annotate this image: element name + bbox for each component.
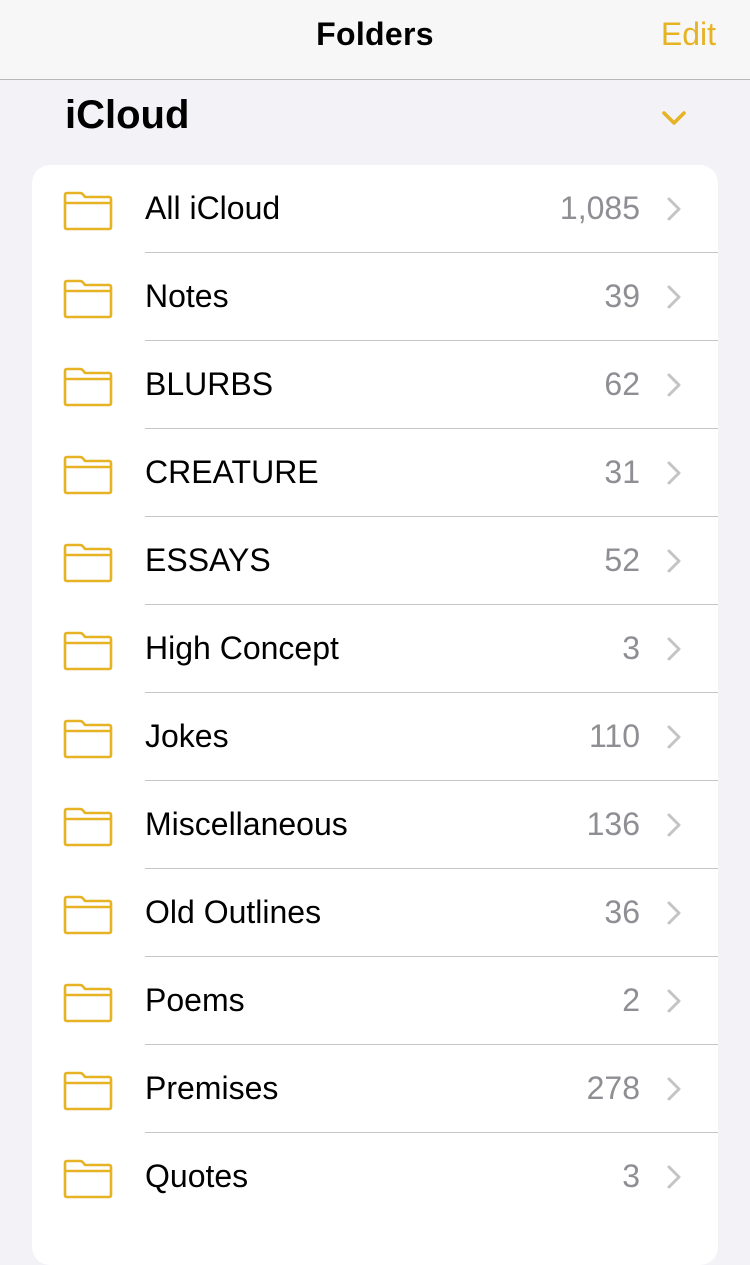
chevron-right-icon	[667, 461, 681, 485]
chevron-right-icon	[667, 725, 681, 749]
icloud-section-header[interactable]: iCloud	[0, 80, 750, 164]
chevron-right-icon	[667, 549, 681, 573]
folder-name: ESSAYS	[145, 542, 271, 578]
folder-count: 1,085	[559, 190, 640, 226]
chevron-right-icon	[667, 637, 681, 661]
chevron-right-icon	[667, 1077, 681, 1101]
folder-icon	[63, 1071, 113, 1111]
folder-row-blurbs[interactable]: BLURBS 62	[32, 341, 718, 429]
navigation-bar: Folders Edit	[0, 0, 750, 80]
folder-icon	[63, 895, 113, 935]
folder-count: 31	[604, 454, 640, 490]
folder-row-jokes[interactable]: Jokes 110	[32, 693, 718, 781]
section-title: iCloud	[65, 93, 190, 137]
folder-count: 39	[604, 278, 640, 314]
folder-icon	[63, 543, 113, 583]
folder-row-old-outlines[interactable]: Old Outlines 36	[32, 869, 718, 957]
folder-icon	[63, 631, 113, 671]
folder-icon	[63, 719, 113, 759]
folder-row-notes[interactable]: Notes 39	[32, 253, 718, 341]
chevron-down-icon[interactable]	[658, 106, 690, 130]
folder-name: Miscellaneous	[145, 806, 348, 842]
chevron-right-icon	[667, 373, 681, 397]
folder-row-high-concept[interactable]: High Concept 3	[32, 605, 718, 693]
folder-count: 52	[604, 542, 640, 578]
folder-icon	[63, 279, 113, 319]
folder-icon	[63, 807, 113, 847]
chevron-right-icon	[667, 901, 681, 925]
folder-name: Notes	[145, 278, 229, 314]
page-title: Folders	[316, 16, 434, 52]
folder-count: 3	[622, 1158, 640, 1194]
chevron-right-icon	[667, 1165, 681, 1189]
folder-name: CREATURE	[145, 454, 319, 490]
folder-name: Old Outlines	[145, 894, 322, 930]
folder-list: All iCloud 1,085 Notes 39 BLURBS 62 CREA…	[32, 165, 718, 1265]
chevron-right-icon	[667, 813, 681, 837]
folder-icon	[63, 455, 113, 495]
folder-name: High Concept	[145, 630, 339, 666]
chevron-right-icon	[667, 197, 681, 221]
folder-icon	[63, 367, 113, 407]
folder-icon	[63, 191, 113, 231]
folder-count: 278	[586, 1070, 640, 1106]
folder-row-premises[interactable]: Premises 278	[32, 1045, 718, 1133]
folder-count: 62	[604, 366, 640, 402]
folder-name: Jokes	[145, 718, 229, 754]
folder-row-miscellaneous[interactable]: Miscellaneous 136	[32, 781, 718, 869]
folder-icon	[63, 1159, 113, 1199]
folder-name: All iCloud	[145, 190, 281, 226]
folder-row-quotes[interactable]: Quotes 3	[32, 1133, 718, 1221]
folder-row-poems[interactable]: Poems 2	[32, 957, 718, 1045]
chevron-right-icon	[667, 285, 681, 309]
folder-name: Poems	[145, 982, 245, 1018]
edit-button[interactable]: Edit	[661, 16, 716, 53]
folder-name: Quotes	[145, 1158, 249, 1194]
folder-count: 2	[622, 982, 640, 1018]
folder-icon	[63, 983, 113, 1023]
chevron-right-icon	[667, 989, 681, 1013]
folder-count: 110	[588, 718, 640, 754]
folder-name: BLURBS	[145, 366, 274, 402]
folder-row-essays[interactable]: ESSAYS 52	[32, 517, 718, 605]
folder-count: 136	[586, 806, 640, 842]
folder-count: 3	[622, 630, 640, 666]
folder-row-creature[interactable]: CREATURE 31	[32, 429, 718, 517]
folder-count: 36	[604, 894, 640, 930]
folder-row-all-icloud[interactable]: All iCloud 1,085	[32, 165, 718, 253]
folder-name: Premises	[145, 1070, 279, 1106]
